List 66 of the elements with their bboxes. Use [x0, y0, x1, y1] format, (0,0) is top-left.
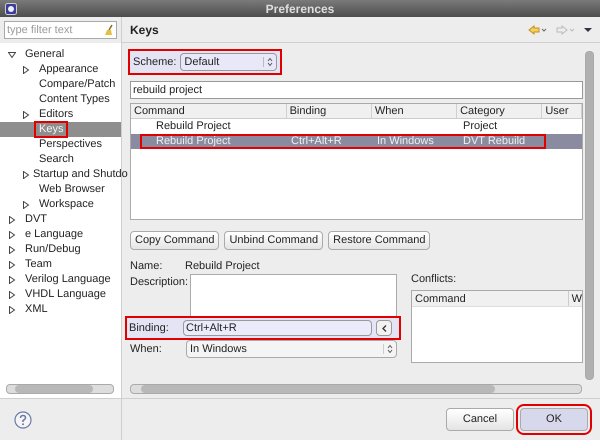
command-button[interactable]: Unbind Command — [224, 231, 324, 250]
collapsed-arrow-icon[interactable] — [22, 66, 30, 74]
table-cell-text: Rebuild Project — [155, 134, 232, 149]
column-header[interactable]: Binding — [286, 104, 372, 118]
name-value: Rebuild Project — [185, 258, 260, 274]
table-row[interactable]: Rebuild Project Project — [131, 119, 582, 134]
back-arrow-icon[interactable] — [528, 24, 548, 34]
table-cell-text: Project — [462, 119, 498, 134]
tree-item[interactable]: Startup and Shutdo — [30, 168, 131, 181]
name-label: Name: — [130, 258, 164, 274]
collapsed-arrow-icon[interactable] — [22, 170, 30, 178]
when-label: When: — [130, 342, 163, 357]
tree-item[interactable]: Verilog Language — [22, 273, 114, 286]
broom-icon[interactable] — [104, 24, 114, 36]
window-title: Preferences — [264, 0, 336, 18]
column-header[interactable]: Command — [412, 290, 569, 306]
binding-menu-button[interactable] — [376, 320, 392, 336]
command-button[interactable]: Restore Command — [328, 231, 430, 250]
help-icon[interactable] — [14, 410, 32, 428]
search-field[interactable]: rebuild project — [130, 81, 583, 99]
table-cell-text: Rebuild Project — [155, 119, 232, 134]
updown-arrows-icon — [267, 57, 274, 67]
tree-item[interactable]: DVT — [22, 213, 50, 226]
binding-field[interactable]: Ctrl+Alt+R — [183, 320, 372, 336]
horizontal-scrollbar[interactable] — [130, 384, 582, 394]
binding-label: Binding: — [129, 320, 170, 336]
description-field[interactable] — [190, 274, 397, 318]
table-cell-text: Ctrl+Alt+R — [290, 134, 343, 149]
tree-item[interactable]: Team — [22, 258, 55, 271]
tree-item[interactable]: Compare/Patch — [36, 78, 118, 91]
collapsed-arrow-icon[interactable] — [22, 110, 30, 118]
vertical-scrollbar[interactable] — [585, 51, 594, 380]
tree-item[interactable]: VHDL Language — [22, 288, 109, 301]
table-cell-text: In Windows — [376, 134, 435, 149]
column-header[interactable]: Category — [457, 104, 542, 118]
scheme-dropdown[interactable]: Default — [180, 53, 278, 71]
tree-item[interactable]: Appearance — [36, 63, 102, 76]
dialog-button[interactable]: Cancel — [446, 408, 514, 431]
expanded-arrow-icon[interactable] — [8, 50, 16, 58]
tree-item[interactable]: General — [22, 48, 68, 61]
horizontal-scrollbar[interactable] — [6, 384, 114, 394]
column-header[interactable]: W — [568, 290, 582, 306]
table-cell-text: DVT Rebuild — [462, 134, 526, 149]
command-button[interactable]: Copy Command — [130, 231, 220, 250]
tree-item[interactable]: Editors — [36, 108, 76, 121]
filter-field[interactable]: type filter text — [4, 21, 117, 39]
scheme-label: Scheme: — [133, 54, 176, 70]
tree-item[interactable]: Perspectives — [36, 138, 105, 151]
updown-arrows-icon — [387, 344, 393, 354]
column-header[interactable]: When — [372, 104, 458, 118]
app-icon — [5, 2, 17, 14]
tree-item[interactable]: Web Browser — [36, 183, 108, 196]
tree-item[interactable]: Search — [36, 153, 77, 166]
description-label: Description: — [130, 275, 190, 290]
tree-item[interactable]: XML — [22, 303, 51, 316]
tree-item[interactable]: e Language — [22, 228, 86, 241]
column-header[interactable]: Command — [131, 104, 287, 118]
when-dropdown[interactable]: In Windows — [186, 340, 397, 358]
column-header[interactable]: User — [542, 104, 582, 118]
page-title: Keys — [130, 22, 159, 38]
tree-item[interactable]: Run/Debug — [22, 243, 84, 256]
conflicts-label: Conflicts: — [411, 272, 458, 287]
tree-item[interactable]: Workspace — [36, 198, 97, 211]
view-menu-icon[interactable] — [584, 26, 592, 32]
tree-item[interactable]: Content Types — [36, 93, 113, 106]
left-chevron-icon — [382, 324, 386, 332]
